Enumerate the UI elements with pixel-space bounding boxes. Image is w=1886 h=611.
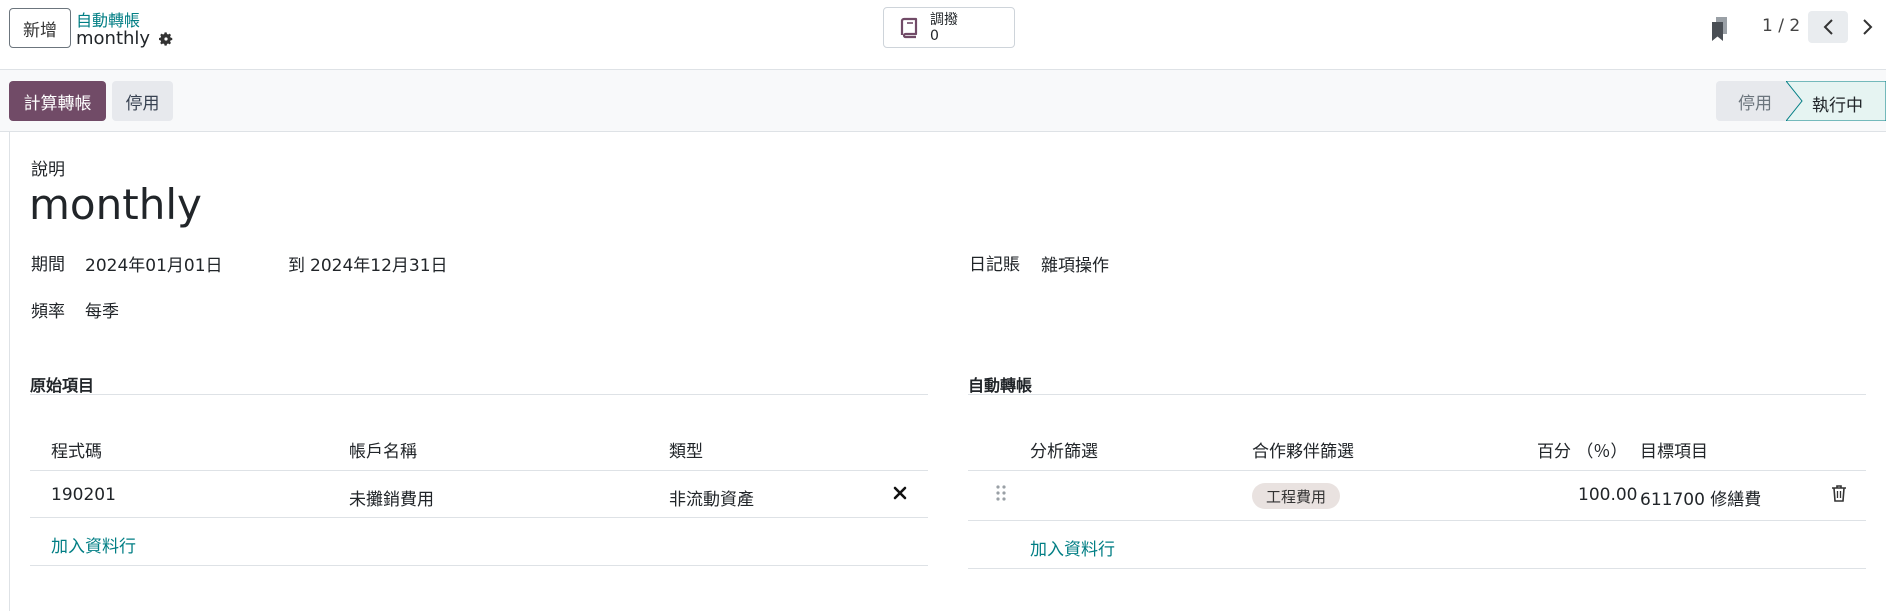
- control-panel: 新增 自動轉帳 monthly 調撥 0 1 / 2: [0, 0, 1886, 70]
- gear-icon[interactable]: [158, 31, 174, 47]
- header-divider: [30, 470, 928, 471]
- frequency-label: 頻率: [31, 302, 65, 322]
- transfers-smart-button[interactable]: 調撥 0: [883, 7, 1015, 48]
- frequency-field[interactable]: 每季: [85, 297, 119, 322]
- close-icon[interactable]: [892, 485, 908, 501]
- breadcrumb-current-label: monthly: [76, 28, 151, 49]
- column-header-partner-filter[interactable]: 合作夥伴篩選: [1252, 437, 1354, 462]
- record-title[interactable]: monthly: [29, 180, 202, 229]
- source-row-account-name[interactable]: 未攤銷費用: [349, 485, 434, 510]
- transfers-section-title: 自動轉帳: [968, 376, 1033, 395]
- pager-previous-button[interactable]: [1808, 11, 1848, 43]
- book-icon: [900, 17, 918, 38]
- source-row-type[interactable]: 非流動資產: [669, 485, 754, 510]
- date-to-prefix: 到: [288, 256, 305, 276]
- new-button[interactable]: 新增: [9, 8, 71, 48]
- smart-button-text: 調撥 0: [930, 12, 958, 44]
- chevron-left-icon: [1823, 19, 1833, 35]
- source-add-line-link[interactable]: 加入資料行: [51, 532, 136, 557]
- row-divider: [30, 517, 928, 518]
- partner-filter-tag[interactable]: 工程費用: [1252, 483, 1341, 509]
- disable-button[interactable]: 停用: [112, 81, 173, 121]
- compute-transfer-button[interactable]: 計算轉帳: [9, 81, 106, 121]
- transfers-section-rule: [968, 394, 1866, 395]
- table-bottom-rule: [968, 568, 1866, 569]
- description-label: 說明: [31, 160, 65, 180]
- transfer-row-target[interactable]: 611700 修繕費: [1640, 485, 1761, 510]
- source-section-title: 原始項目: [30, 376, 95, 395]
- transfers-add-line-link[interactable]: 加入資料行: [1030, 535, 1115, 560]
- action-bar: 計算轉帳 停用 停用 執行中: [0, 70, 1886, 132]
- smart-button-count: 0: [930, 27, 939, 44]
- row-divider: [968, 520, 1866, 521]
- journal-label: 日記賬: [969, 255, 1020, 275]
- bookmark-icon[interactable]: [1710, 16, 1730, 42]
- column-header-analytic-filter[interactable]: 分析篩選: [1030, 437, 1098, 462]
- status-active[interactable]: 執行中: [1786, 81, 1886, 121]
- column-header-account-name[interactable]: 帳戶名稱: [349, 437, 417, 462]
- column-header-type[interactable]: 類型: [669, 437, 703, 462]
- column-header-percent[interactable]: 百分 （％）: [1537, 437, 1627, 462]
- journal-field[interactable]: 雜項操作: [1041, 251, 1109, 276]
- column-header-code[interactable]: 程式碼: [51, 437, 102, 462]
- smart-button-label: 調撥: [930, 11, 958, 28]
- column-header-target-account[interactable]: 目標項目: [1640, 437, 1708, 462]
- trash-icon[interactable]: [1831, 484, 1847, 502]
- source-section-rule: [30, 394, 928, 395]
- transfer-row-percent[interactable]: 100.00: [1578, 485, 1637, 505]
- table-bottom-rule: [30, 565, 928, 566]
- chevron-right-icon: [1863, 19, 1873, 35]
- drag-handle-icon[interactable]: [995, 484, 1007, 502]
- status-active-label: 執行中: [1812, 96, 1863, 116]
- period-label: 期間: [31, 255, 65, 275]
- date-from-field[interactable]: 2024年01月01日: [85, 251, 223, 276]
- pager-value[interactable]: 1 / 2: [1762, 16, 1800, 36]
- form-sheet: [9, 132, 1886, 611]
- header-divider: [968, 470, 1866, 471]
- date-to-field[interactable]: 2024年12月31日: [310, 251, 448, 276]
- status-bar: 停用 執行中: [1716, 81, 1886, 121]
- pager-next-button[interactable]: [1848, 11, 1886, 43]
- breadcrumb-current: monthly: [76, 28, 174, 49]
- source-row-code[interactable]: 190201: [51, 485, 116, 505]
